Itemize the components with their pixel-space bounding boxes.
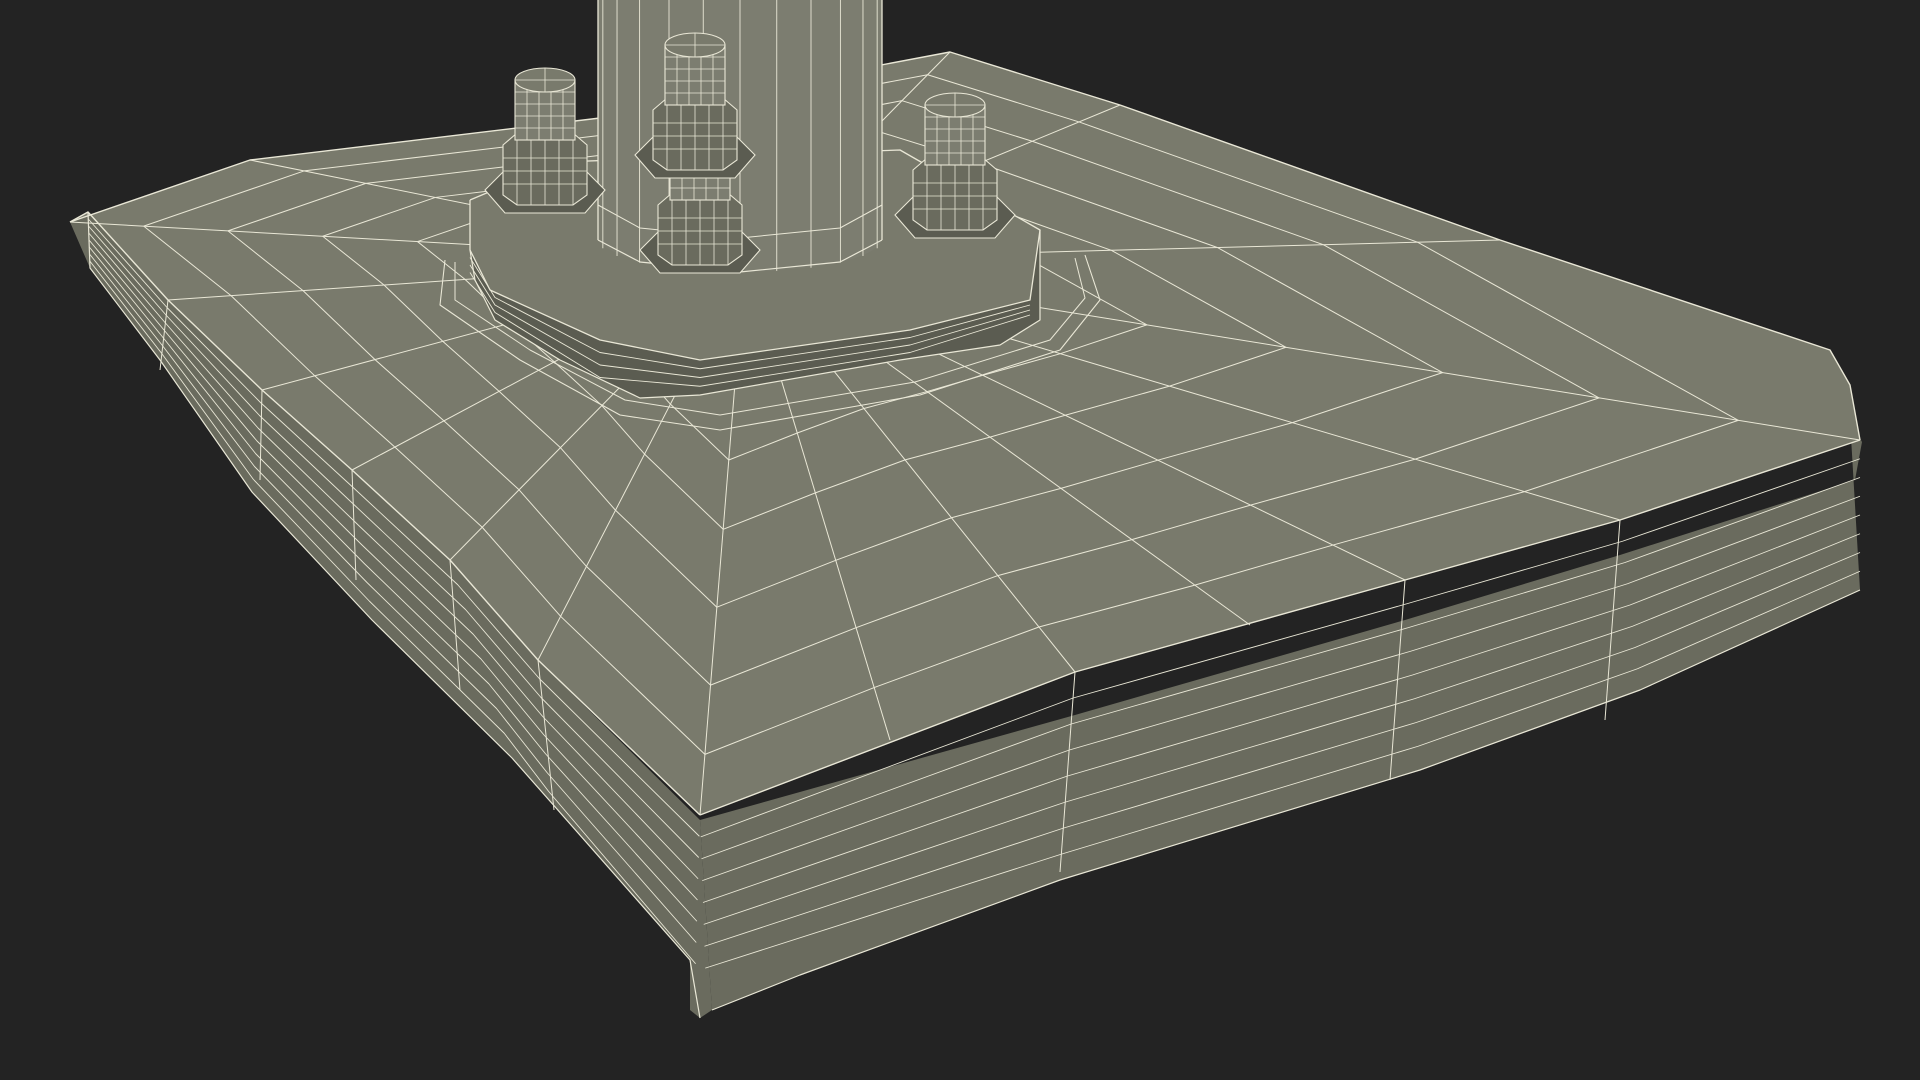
- wireframe-model-render: [0, 0, 1920, 1080]
- 3d-viewport[interactable]: [0, 0, 1920, 1080]
